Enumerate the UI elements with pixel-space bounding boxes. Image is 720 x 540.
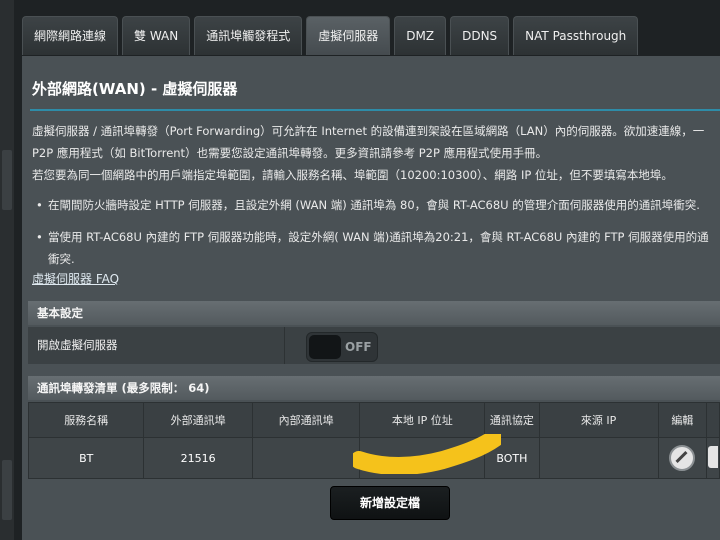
tab-ddns[interactable]: DDNS	[450, 16, 510, 55]
tab-dual-wan[interactable]: 雙 WAN	[122, 16, 191, 55]
tab-port-trigger[interactable]: 通訊埠觸發程式	[194, 16, 303, 55]
note-line: 當使用 RT-AC68U 內建的 FTP 伺服器功能時，設定外網( WAN 端)…	[48, 230, 709, 244]
basic-settings-header: 基本設定	[28, 301, 720, 325]
cell-edit	[657, 437, 707, 479]
left-strip-handle	[2, 150, 12, 210]
column-header-edit: 編輯	[657, 402, 707, 438]
table-header-row: 服務名稱 外部通訊埠 內部通訊埠 本地 IP 位址 通訊協定 來源 IP 編輯	[27, 402, 720, 438]
column-header-internal-port: 內部通訊埠	[251, 402, 361, 438]
toggle-state-label: OFF	[345, 340, 372, 354]
column-header-extra	[705, 402, 720, 438]
cell-extra	[705, 437, 720, 479]
add-profile-button[interactable]: 新增設定檔	[330, 486, 450, 520]
left-edge-strip	[0, 0, 14, 540]
main-panel: 外部網路(WAN) - 虛擬伺服器 虛擬伺服器 / 通訊埠轉發（Port For…	[22, 56, 720, 540]
tab-dmz[interactable]: DMZ	[394, 16, 447, 55]
tab-internet-connection[interactable]: 網際網路連線	[22, 16, 119, 55]
note-item: 在閘間防火牆時設定 HTTP 伺服器，且設定外網 (WAN 端) 通訊埠為 80…	[36, 194, 720, 216]
port-forwarding-list-header: 通訊埠轉發清單 (最多限制： 64)	[28, 376, 720, 400]
tab-bar: 網際網路連線 雙 WAN 通訊埠觸發程式 虛擬伺服器 DMZ DDNS NAT …	[22, 16, 639, 56]
port-forwarding-table: 服務名稱 外部通訊埠 內部通訊埠 本地 IP 位址 通訊協定 來源 IP 編輯 …	[27, 402, 720, 479]
cell-local-ip	[359, 437, 486, 479]
left-strip-handle	[2, 460, 12, 520]
row-separator	[284, 327, 285, 364]
tab-virtual-server[interactable]: 虛擬伺服器	[306, 16, 391, 55]
cell-internal-port	[251, 437, 361, 479]
note-item: 當使用 RT-AC68U 內建的 FTP 伺服器功能時，設定外網( WAN 端)…	[36, 226, 720, 270]
cell-service-name: BT	[27, 437, 145, 479]
notes-list: 在閘間防火牆時設定 HTTP 伺服器，且設定外網 (WAN 端) 通訊埠為 80…	[36, 194, 720, 270]
column-header-source-ip: 來源 IP	[538, 402, 659, 438]
column-header-service-name: 服務名稱	[27, 402, 145, 438]
faq-link[interactable]: 虛擬伺服器 FAQ	[32, 270, 119, 287]
edit-icon[interactable]	[669, 445, 696, 471]
description-line: 虛擬伺服器 / 通訊埠轉發（Port Forwarding）可允許在 Inter…	[32, 124, 705, 138]
table-row: BT 21516 BOTH	[27, 437, 720, 479]
enable-virtual-server-row: 開啟虛擬伺服器 OFF	[28, 327, 720, 364]
enable-virtual-server-toggle[interactable]: OFF	[306, 332, 378, 362]
toggle-knob	[309, 335, 341, 359]
cell-source-ip	[538, 437, 659, 479]
column-header-protocol: 通訊協定	[484, 402, 540, 438]
tab-nat-passthrough[interactable]: NAT Passthrough	[513, 16, 639, 55]
title-divider	[30, 109, 720, 111]
page-title: 外部網路(WAN) - 虛擬伺服器	[32, 80, 238, 98]
column-header-external-port: 外部通訊埠	[143, 402, 253, 438]
column-header-local-ip: 本地 IP 位址	[359, 402, 486, 438]
cell-protocol: BOTH	[484, 437, 540, 479]
description: 虛擬伺服器 / 通訊埠轉發（Port Forwarding）可允許在 Inter…	[32, 120, 720, 186]
enable-virtual-server-label: 開啟虛擬伺服器	[37, 338, 118, 352]
delete-icon[interactable]	[707, 445, 718, 468]
description-line: 若您要為同一個網路中的用戶端指定埠範圍，請輸入服務名稱、埠範圍（10200:10…	[32, 168, 673, 182]
note-line: 衝突.	[48, 252, 75, 266]
cell-external-port: 21516	[143, 437, 253, 479]
description-line: P2P 應用程式（如 BitTorrent）也需要您設定通訊埠轉發。更多資訊請參…	[32, 146, 548, 160]
